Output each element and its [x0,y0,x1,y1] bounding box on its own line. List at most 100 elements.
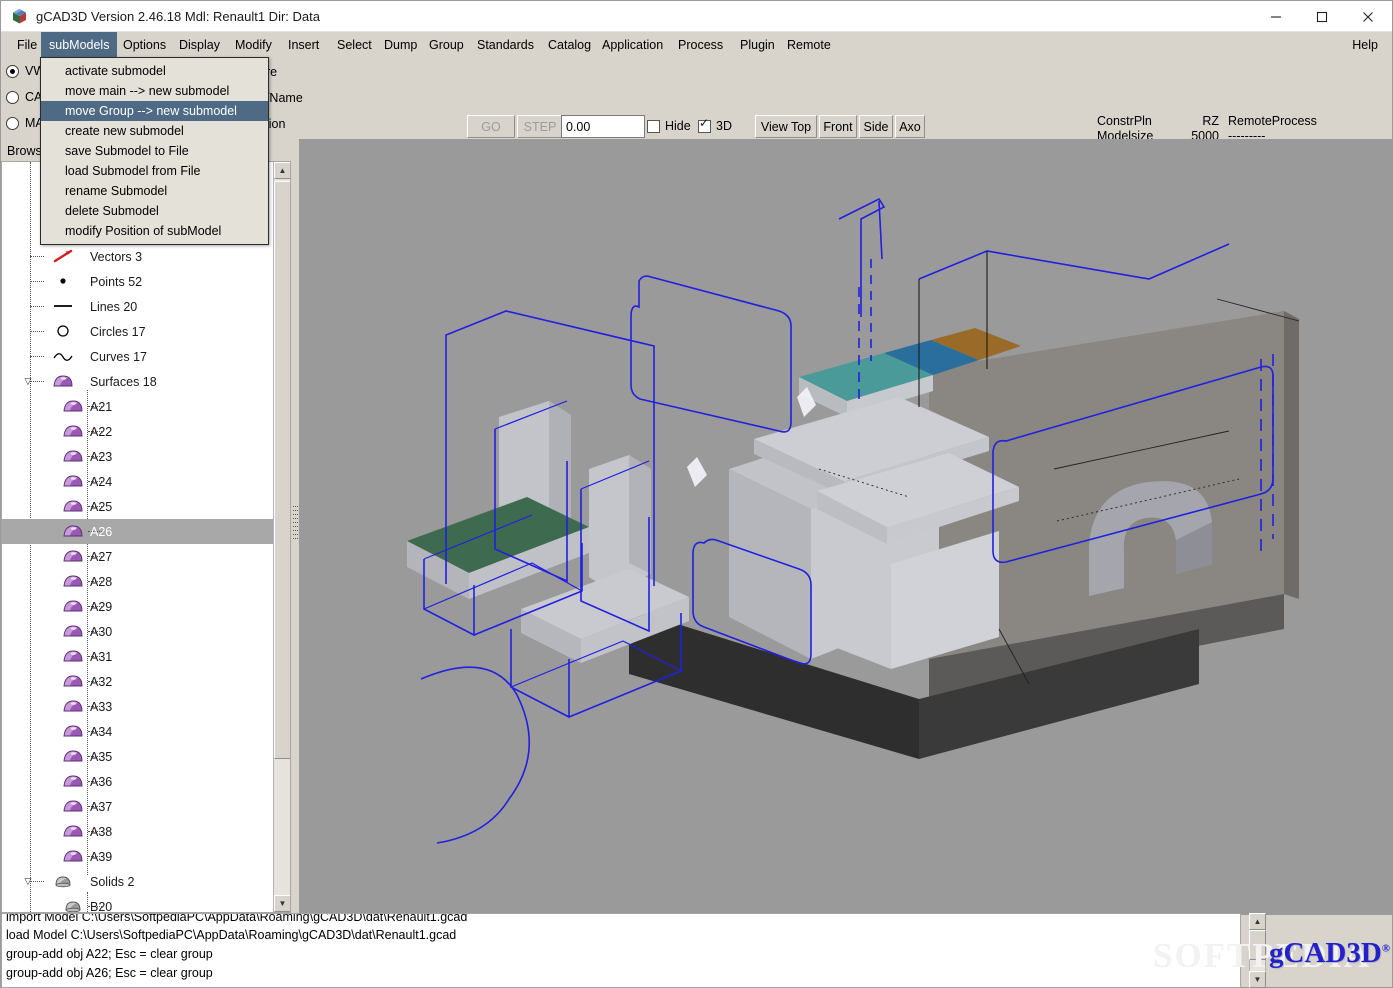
menu-display[interactable]: Display [171,32,228,57]
surface-icon [62,448,84,464]
surface-icon [62,773,84,789]
scroll-down-icon[interactable]: ▼ [274,895,290,912]
tree-item-a34[interactable]: A34 [2,719,274,744]
menu-save-submodel-to-file[interactable]: save Submodel to File [41,141,268,161]
menu-file[interactable]: File [9,32,45,57]
menu-application[interactable]: Application [594,32,671,57]
menu-process[interactable]: Process [670,32,731,57]
tree-expander-icon[interactable]: ▽ [22,875,34,887]
menu-create-new-submodel[interactable]: create new submodel [41,121,268,141]
scroll-up-icon[interactable]: ▲ [274,162,290,179]
menu-catalog[interactable]: Catalog [540,32,599,57]
checkbox-hide[interactable]: Hide [647,119,691,133]
menu-load-submodel-from-file[interactable]: load Submodel from File [41,161,268,181]
menu-dump[interactable]: Dump [376,32,425,57]
tree-item-solids-2[interactable]: ▽ Solids 2 [2,869,274,894]
tree-expander-icon[interactable]: ▽ [22,375,34,387]
maximize-button[interactable] [1299,1,1345,32]
surface-icon [62,648,84,664]
tree-item-a26[interactable]: A26 [2,519,274,544]
log-line-3: group-add obj A22; Esc = clear group [6,947,213,961]
minimize-button[interactable] [1253,1,1299,32]
3d-viewport[interactable] [299,139,1392,915]
surface-icon [62,798,84,814]
tree-item-label: A35 [90,749,113,764]
tree-item-label: A23 [90,449,113,464]
tree-item-a24[interactable]: A24 [2,469,274,494]
log-console[interactable]: import Model C:\Users\SoftpediaPC\AppDat… [1,913,1241,988]
tree-item-label: A22 [90,424,113,439]
option-radio-ca[interactable]: CA [6,90,42,104]
submodels-dropdown-menu: activate submodel move main --> new subm… [40,57,269,245]
model-tree: Vectors 3 Points 52 Lines 20 Circles 17 Curv… [2,162,274,912]
tree-item-b20[interactable]: B20 [2,894,274,912]
solid-icon [52,873,74,889]
panel-divider-handle[interactable] [293,506,298,542]
tree-item-a35[interactable]: A35 [2,744,274,769]
tree-item-lines-20[interactable]: Lines 20 [2,294,274,319]
tree-item-vectors-3[interactable]: Vectors 3 [2,244,274,269]
tree-item-circles-17[interactable]: Circles 17 [2,319,274,344]
view-axo-button[interactable]: Axo [895,115,925,138]
log-line-4: group-add obj A26; Esc = clear group [6,966,213,980]
tree-item-a33[interactable]: A33 [2,694,274,719]
tree-item-label: A25 [90,499,113,514]
view-front-button[interactable]: Front [819,115,857,138]
menu-help[interactable]: Help [1344,32,1386,57]
menu-delete-submodel[interactable]: delete Submodel [41,201,268,221]
option-radio-ma[interactable]: MA [6,116,44,130]
tree-scrollbar[interactable]: ▲ ▼ [273,162,290,912]
tree-item-a37[interactable]: A37 [2,794,274,819]
surface-icon [62,523,84,539]
tree-item-curves-17[interactable]: Curves 17 [2,344,274,369]
tree-guide-branch [30,331,44,332]
tree-item-label: A27 [90,549,113,564]
menu-group[interactable]: Group [421,32,472,57]
tree-item-a39[interactable]: A39 [2,844,274,869]
tree-item-a28[interactable]: A28 [2,569,274,594]
tree-item-a30[interactable]: A30 [2,619,274,644]
tree-item-points-52[interactable]: Points 52 [2,269,274,294]
menu-options[interactable]: Options [115,32,174,57]
tree-scrollbar-thumb[interactable] [274,181,290,759]
menu-select[interactable]: Select [329,32,380,57]
menu-move-group-new-submodel[interactable]: move Group --> new submodel [41,101,268,121]
value-input[interactable]: 0.00 [561,115,645,138]
menu-activate-submodel[interactable]: activate submodel [41,61,268,81]
tree-item-label: A37 [90,799,113,814]
tree-item-a23[interactable]: A23 [2,444,274,469]
surface-icon [62,698,84,714]
step-button[interactable]: STEP [517,115,563,138]
menu-move-main-new-submodel[interactable]: move main --> new submodel [41,81,268,101]
radio-vw-indicator [6,64,19,78]
line-icon [52,298,74,314]
menu-insert[interactable]: Insert [280,32,327,57]
tree-item-a31[interactable]: A31 [2,644,274,669]
view-side-button[interactable]: Side [859,115,893,138]
tree-item-a21[interactable]: A21 [2,394,274,419]
tree-item-a27[interactable]: A27 [2,544,274,569]
tree-item-a22[interactable]: A22 [2,419,274,444]
menu-rename-submodel[interactable]: rename Submodel [41,181,268,201]
3d-checkbox-box [698,117,711,133]
menu-modify-position-submodel[interactable]: modify Position of subModel [41,221,268,241]
console-scroll-up-icon[interactable]: ▲ [1249,913,1266,930]
surface-icon [62,398,84,414]
close-button[interactable] [1345,1,1391,32]
tree-item-a36[interactable]: A36 [2,769,274,794]
tree-item-a25[interactable]: A25 [2,494,274,519]
menu-remote[interactable]: Remote [779,32,839,57]
menu-submodels[interactable]: subModels [41,32,118,57]
tree-item-a38[interactable]: A38 [2,819,274,844]
menu-standards[interactable]: Standards [469,32,542,57]
tree-item-a29[interactable]: A29 [2,594,274,619]
point-icon [52,273,74,289]
surface-icon [62,673,84,689]
tree-item-surfaces-18[interactable]: ▽ Surfaces 18 [2,369,274,394]
tree-item-a32[interactable]: A32 [2,669,274,694]
menu-plugin[interactable]: Plugin [732,32,783,57]
go-button[interactable]: GO [467,115,515,138]
checkbox-3d[interactable]: 3D [698,117,732,133]
menu-modify[interactable]: Modify [227,32,280,57]
view-top-button[interactable]: View Top [755,115,817,138]
